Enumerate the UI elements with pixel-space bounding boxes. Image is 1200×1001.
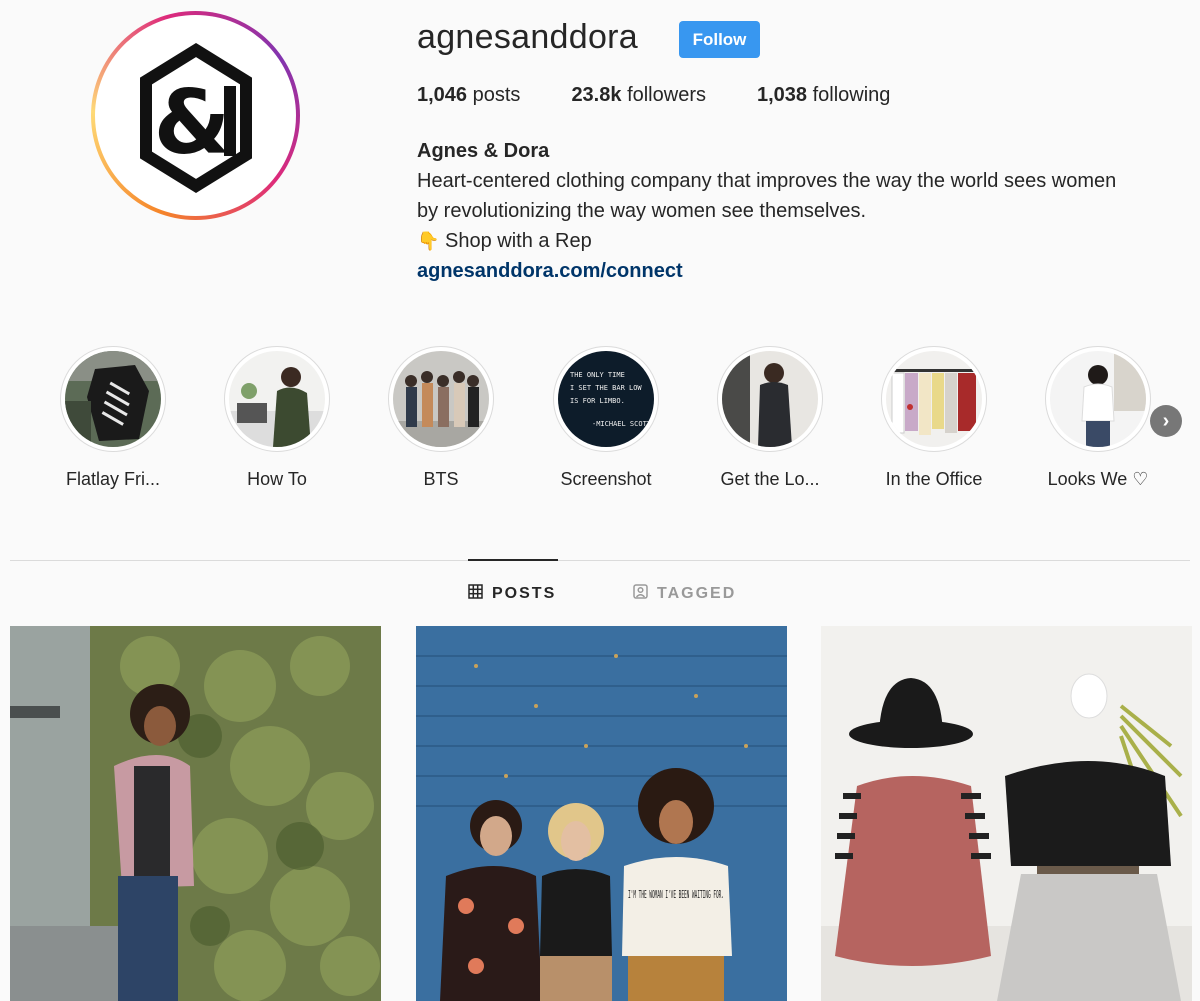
bio-line-3: 👇 Shop with a Rep <box>417 226 1187 256</box>
bio-line-2: by revolutionizing the way women see the… <box>417 200 867 222</box>
bio-line-3-text: Shop with a Rep <box>444 230 592 252</box>
highlight-how-to[interactable]: How To <box>197 346 357 490</box>
active-tab-indicator <box>468 559 558 561</box>
post-image-woman-ivy <box>10 626 381 1001</box>
post-thumbnail[interactable] <box>10 626 381 1001</box>
highlight-in-the-office[interactable]: In the Office <box>854 346 1014 490</box>
highlight-label: BTS <box>423 469 459 489</box>
highlight-image: THE ONLY TIME I SET THE BAR LOW IS FOR L… <box>558 351 654 447</box>
letterboard-line-3: IS FOR LIMBO. <box>570 397 625 405</box>
highlight-screenshot[interactable]: THE ONLY TIME I SET THE BAR LOW IS FOR L… <box>526 346 686 490</box>
chevron-right-icon[interactable]: › <box>1150 405 1182 437</box>
profile-full-name: Agnes & Dora <box>417 140 550 162</box>
profile-avatar[interactable]: & <box>91 11 300 220</box>
tab-posts-label: POSTS <box>492 585 557 602</box>
highlight-label: Screenshot <box>560 469 652 489</box>
shirt-text: I'M THE WOMAN I'VE BEEN WAITING FOR. <box>628 888 724 901</box>
followers-label: followers <box>627 84 706 106</box>
highlight-image <box>229 351 325 447</box>
highlight-bts[interactable]: BTS <box>361 346 521 490</box>
following-stat[interactable]: 1,038 following <box>757 84 890 107</box>
followers-stat[interactable]: 23.8k followers <box>571 84 706 107</box>
bio-line-1: Heart-centered clothing company that imp… <box>417 170 1117 192</box>
letterboard-line-2: I SET THE BAR LOW <box>570 384 642 392</box>
highlight-label: Get the Lo... <box>720 469 820 489</box>
following-count: 1,038 <box>756 84 808 106</box>
highlight-flatlay[interactable]: Flatlay Fri... <box>33 346 193 490</box>
svg-text:&: & <box>153 71 230 174</box>
highlight-image <box>886 351 982 447</box>
highlight-image <box>1050 351 1146 447</box>
tagged-icon <box>633 584 648 604</box>
posts-stat: 1,046 posts <box>417 84 520 107</box>
profile-username: agnesanddora <box>417 18 639 56</box>
followers-count: 23.8k <box>571 84 622 106</box>
post-image-mannequins <box>821 626 1192 1001</box>
tab-posts[interactable]: POSTS <box>468 584 556 604</box>
highlight-get-the-look[interactable]: Get the Lo... <box>690 346 850 490</box>
profile-bio: Agnes & Dora Heart-centered clothing com… <box>417 136 1187 286</box>
following-label: following <box>812 84 891 106</box>
post-image-three-women: I'M THE WOMAN I'VE BEEN WAITING FOR. <box>416 626 787 1001</box>
post-thumbnail[interactable]: I'M THE WOMAN I'VE BEEN WAITING FOR. <box>416 626 787 1001</box>
posts-label: posts <box>472 84 521 106</box>
tab-divider <box>10 560 1190 561</box>
highlight-image <box>65 351 161 447</box>
letterboard-line-4: -MICHAEL SCOTT <box>592 420 652 428</box>
highlight-image <box>722 351 818 447</box>
highlight-label: How To <box>247 469 307 489</box>
tab-tagged-label: TAGGED <box>657 585 737 602</box>
letterboard-line-1: THE ONLY TIME <box>570 371 625 379</box>
profile-stats: 1,046 posts 23.8k followers 1,038 follow… <box>417 84 941 107</box>
post-thumbnail[interactable] <box>821 626 1192 1001</box>
grid-icon <box>468 584 483 604</box>
highlight-image <box>393 351 489 447</box>
agnes-dora-logo: & <box>139 42 252 193</box>
follow-button[interactable]: Follow <box>679 21 760 58</box>
highlight-label: Flatlay Fri... <box>65 469 160 489</box>
bio-website-link[interactable]: agnesanddora.com/connect <box>417 260 683 282</box>
pointing-down-icon: 👇 <box>417 231 440 251</box>
tab-tagged[interactable]: TAGGED <box>633 584 736 604</box>
highlight-label: In the Office <box>885 469 983 489</box>
highlight-label: Looks We ♡ <box>1047 469 1149 489</box>
posts-count: 1,046 <box>417 84 468 106</box>
